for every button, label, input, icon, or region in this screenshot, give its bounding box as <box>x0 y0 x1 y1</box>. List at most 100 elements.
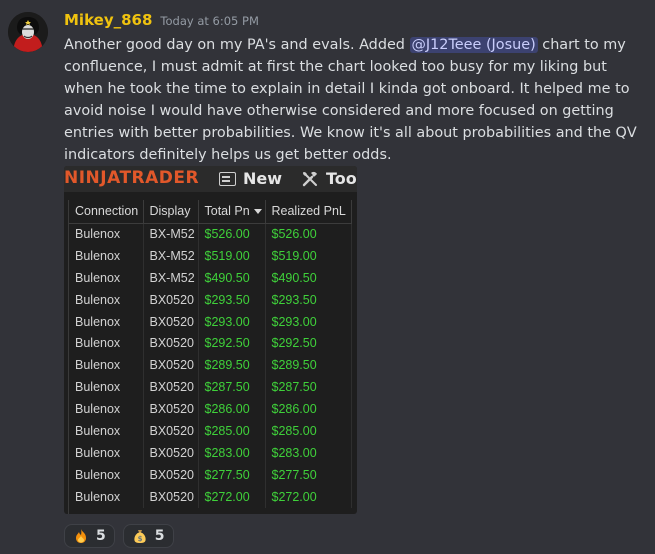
table-row: Bulenox BX-M52 $490.50 $490.50 <box>69 266 352 289</box>
cell-total-pnl: $285.00 <box>198 420 266 442</box>
column-header-total-pnl: Total Pn <box>198 200 266 224</box>
table-row: Bulenox BX0520 $287.50 $287.50 <box>69 376 352 399</box>
ninjatrader-toolbar: NINJATRADER New Tool <box>64 166 357 192</box>
cell-display: BX0520 <box>143 441 199 464</box>
table-row: Bulenox BX0520 $292.50 $292.50 <box>69 332 352 355</box>
cell-realized-pnl: $519.00 <box>265 244 352 267</box>
message-text: Another good day on my PA's and evals. A… <box>64 37 410 53</box>
cell-total-pnl: $292.50 <box>198 332 266 355</box>
cell-display: BX0520 <box>143 332 199 355</box>
cell-connection: Bulenox <box>69 223 144 245</box>
cell-realized-pnl: $283.00 <box>265 441 352 464</box>
cell-connection: Bulenox <box>69 332 144 355</box>
cell-total-pnl: $277.50 <box>198 463 266 486</box>
cell-display: BX-M52 <box>143 266 199 289</box>
cell-connection: Bulenox <box>69 310 144 333</box>
cell-connection: Bulenox <box>69 266 144 289</box>
avatar-portrait-icon <box>8 12 48 52</box>
pnl-table: Connection Display Total Pn Realized PnL… <box>69 200 352 508</box>
cell-total-pnl: $519.00 <box>198 244 266 267</box>
cell-display: BX0520 <box>143 463 199 486</box>
cell-display: BX0520 <box>143 310 199 333</box>
table-row: Bulenox BX-M52 $526.00 $526.00 <box>69 223 352 245</box>
cell-total-pnl: $286.00 <box>198 398 266 421</box>
cell-display: BX-M52 <box>143 244 199 267</box>
cell-connection: Bulenox <box>69 485 144 508</box>
table-row: Bulenox BX0520 $285.00 $285.00 <box>69 420 352 442</box>
cell-realized-pnl: $289.50 <box>265 354 352 377</box>
cell-total-pnl: $293.50 <box>198 288 266 311</box>
cell-realized-pnl: $285.00 <box>265 420 352 442</box>
column-header-total-pnl-label: Total Pn <box>204 204 250 219</box>
table-row: Bulenox BX0520 $283.00 $283.00 <box>69 441 352 464</box>
cell-realized-pnl: $272.00 <box>265 485 352 508</box>
user-mention[interactable]: @J12Teee (Josue) <box>409 37 538 53</box>
cell-connection: Bulenox <box>69 376 144 399</box>
cell-total-pnl: $490.50 <box>198 266 266 289</box>
reaction-count: 5 <box>96 528 106 544</box>
cell-display: BX0520 <box>143 485 199 508</box>
cell-connection: Bulenox <box>69 441 144 464</box>
tools-icon <box>302 171 317 186</box>
fire-icon <box>76 529 86 543</box>
table-header-row: Connection Display Total Pn Realized PnL <box>69 200 352 224</box>
ninjatrader-logo: NINJATRADER <box>64 168 200 188</box>
new-menu-label: New <box>243 169 283 188</box>
table-row: Bulenox BX0520 $289.50 $289.50 <box>69 354 352 377</box>
cell-realized-pnl: $292.50 <box>265 332 352 355</box>
cell-display: BX0520 <box>143 376 199 399</box>
cell-connection: Bulenox <box>69 463 144 486</box>
reaction-fire[interactable]: 5 <box>64 524 115 548</box>
cell-display: BX0520 <box>143 288 199 311</box>
table-row: Bulenox BX0520 $277.50 $277.50 <box>69 463 352 486</box>
timestamp: Today at 6:05 PM <box>160 14 259 28</box>
cell-realized-pnl: $526.00 <box>265 223 352 245</box>
cell-realized-pnl: $293.50 <box>265 288 352 311</box>
username[interactable]: Mikey_868 <box>64 11 152 29</box>
cell-display: BX-M52 <box>143 223 199 245</box>
table-row: Bulenox BX0520 $286.00 $286.00 <box>69 398 352 421</box>
tools-menu: Tool <box>301 169 357 188</box>
money-bag-icon: $ <box>134 530 146 543</box>
cell-realized-pnl: $286.00 <box>265 398 352 421</box>
cell-realized-pnl: $287.50 <box>265 376 352 399</box>
cell-connection: Bulenox <box>69 354 144 377</box>
new-menu: New <box>219 169 282 188</box>
reaction-money-bag[interactable]: $ 5 <box>122 524 174 548</box>
cell-total-pnl: $293.00 <box>198 310 266 333</box>
cell-connection: Bulenox <box>69 398 144 421</box>
avatar[interactable] <box>8 12 48 52</box>
cell-total-pnl: $289.50 <box>198 354 266 377</box>
reaction-count: 5 <box>154 528 165 544</box>
cell-realized-pnl: $293.00 <box>265 310 352 333</box>
table-row: Bulenox BX0520 $272.00 $272.00 <box>69 485 352 508</box>
cell-connection: Bulenox <box>69 244 144 267</box>
cell-total-pnl: $283.00 <box>198 441 266 464</box>
reactions-bar: 5 $ 5 <box>64 524 174 548</box>
accounts-grid: Connection Display Total Pn Realized PnL… <box>68 200 357 514</box>
message-content: Another good day on my PA's and evals. A… <box>64 34 644 166</box>
cell-total-pnl: $287.50 <box>198 376 266 399</box>
cell-connection: Bulenox <box>69 420 144 442</box>
table-row: Bulenox BX0520 $293.00 $293.00 <box>69 310 352 333</box>
sort-descending-icon <box>253 209 262 215</box>
message-header: Mikey_868 Today at 6:05 PM <box>64 11 259 29</box>
column-header-display: Display <box>143 200 199 224</box>
cell-realized-pnl: $277.50 <box>265 463 352 486</box>
cell-connection: Bulenox <box>69 288 144 311</box>
image-attachment[interactable]: NINJATRADER New Tool Connection Display <box>64 166 357 514</box>
column-header-realized-pnl: Realized PnL <box>265 200 352 224</box>
new-window-icon <box>219 171 236 186</box>
svg-text:$: $ <box>137 535 142 543</box>
table-row: Bulenox BX0520 $293.50 $293.50 <box>69 288 352 311</box>
cell-display: BX0520 <box>143 354 199 377</box>
cell-total-pnl: $272.00 <box>198 485 266 508</box>
tools-menu-label: Tool <box>326 169 357 188</box>
cell-display: BX0520 <box>143 420 199 442</box>
cell-total-pnl: $526.00 <box>198 223 266 245</box>
cell-realized-pnl: $490.50 <box>265 266 352 289</box>
cell-display: BX0520 <box>143 398 199 421</box>
table-row: Bulenox BX-M52 $519.00 $519.00 <box>69 244 352 267</box>
column-header-connection: Connection <box>69 200 144 224</box>
message-text: chart to my confluence, I must admit at … <box>64 37 637 163</box>
